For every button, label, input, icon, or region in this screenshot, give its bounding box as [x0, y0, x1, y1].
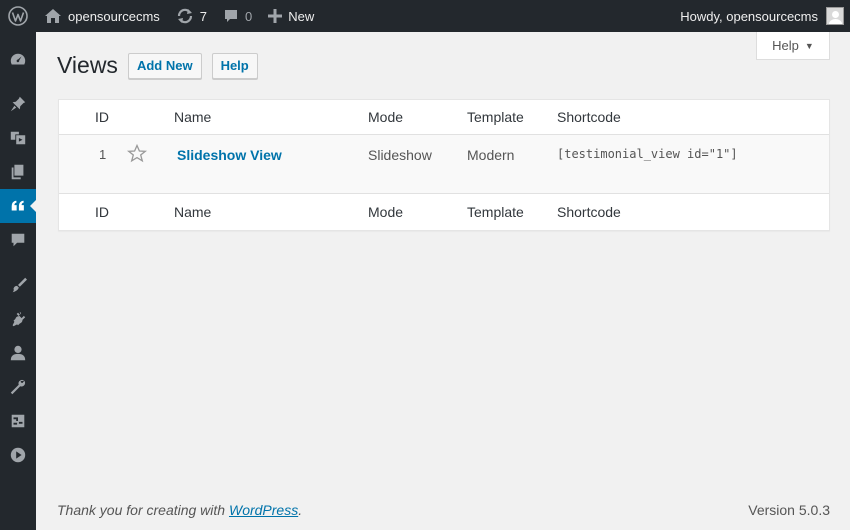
site-name: opensourcecms: [68, 8, 160, 24]
sidebar-item-comments[interactable]: [0, 223, 36, 257]
comment-icon: [225, 10, 238, 22]
comments-menu[interactable]: 0: [215, 0, 260, 32]
column-header-id[interactable]: ID: [95, 100, 109, 134]
sidebar-item-users[interactable]: [0, 336, 36, 370]
updates-icon: [177, 8, 192, 24]
column-header-mode: Mode: [368, 109, 404, 125]
row-shortcode: [testimonial_view id="1"]: [557, 147, 738, 161]
sidebar-item-testimonials[interactable]: [0, 189, 36, 223]
row-name-cell: Slideshow View: [174, 135, 282, 193]
sidebar-item-tools[interactable]: [0, 370, 36, 404]
column-footer-id[interactable]: ID: [95, 194, 109, 230]
column-footer-shortcode: Shortcode: [557, 204, 621, 220]
sidebar-item-plugins[interactable]: [0, 302, 36, 336]
media-icon: [10, 131, 26, 145]
views-table: ID Name Mode Template Shortcode 1 Slides…: [58, 99, 830, 231]
updates-count: 7: [199, 8, 208, 24]
sidebar-item-pages[interactable]: [0, 155, 36, 189]
sidebar-collapse-menu[interactable]: [0, 438, 36, 472]
add-new-button[interactable]: Add New: [127, 52, 202, 79]
collapse-play-icon: [10, 447, 26, 463]
site-name-menu[interactable]: opensourcecms: [36, 0, 168, 32]
howdy-text: Howdy, opensourcecms: [680, 8, 818, 24]
row-mode: Slideshow: [368, 147, 432, 163]
row-template: Modern: [467, 147, 515, 163]
column-footer-name[interactable]: Name: [174, 194, 211, 230]
sidebar-item-media[interactable]: [0, 121, 36, 155]
new-content-menu[interactable]: New: [260, 0, 322, 32]
admin-sidebar: [0, 32, 36, 530]
column-header-template: Template: [467, 109, 524, 125]
dashboard-icon: [10, 53, 26, 65]
column-header-shortcode: Shortcode: [557, 109, 621, 125]
avatar: [826, 7, 844, 25]
column-footer-template: Template: [467, 204, 524, 220]
help-button[interactable]: Help: [211, 52, 258, 79]
table-footer-row: ID Name Mode Template Shortcode: [59, 193, 829, 230]
plus-icon: [268, 9, 283, 23]
page-title: Views: [57, 52, 118, 78]
my-account-menu[interactable]: Howdy, opensourcecms: [672, 0, 850, 32]
footer-thanks-suffix: .: [298, 502, 303, 518]
wrench-icon: [10, 379, 26, 395]
quote-icon: [11, 200, 24, 211]
main-content: Help ▼ Views Add New Help ID Name Mode T…: [36, 32, 850, 530]
sidebar-item-posts[interactable]: [0, 87, 36, 121]
footer-thanks-prefix: Thank you for creating with: [57, 502, 229, 518]
star-icon[interactable]: [126, 143, 148, 164]
row-title-link[interactable]: Slideshow View: [177, 147, 282, 163]
table-header-row: ID Name Mode Template Shortcode: [59, 100, 829, 135]
sidebar-item-dashboard[interactable]: [0, 43, 36, 77]
table-row: 1 Slideshow View Slideshow Modern [testi…: [59, 135, 829, 193]
row-id: 1: [99, 147, 107, 162]
sidebar-item-settings[interactable]: [0, 404, 36, 438]
plugin-icon: [12, 311, 26, 327]
page-header: Views Add New Help: [57, 52, 268, 79]
footer-thanks: Thank you for creating with WordPress.: [57, 502, 302, 518]
help-tab-button[interactable]: Help ▼: [756, 32, 830, 60]
wordpress-logo-icon: [8, 6, 28, 26]
footer-version: Version 5.0.3: [748, 502, 830, 518]
comments-count: 0: [245, 8, 253, 24]
column-footer-mode: Mode: [368, 204, 404, 220]
wordpress-logo-menu[interactable]: [0, 0, 36, 32]
updates-menu[interactable]: 7: [168, 0, 215, 32]
home-icon: [45, 9, 61, 23]
pushpin-icon: [10, 96, 26, 112]
settings-sliders-icon: [11, 414, 25, 428]
caret-down-icon: ▼: [804, 40, 814, 51]
comments-icon: [11, 233, 25, 247]
pages-icon: [11, 164, 24, 180]
admin-bar: opensourcecms 7 0 New Howdy, opensourcec…: [0, 0, 850, 32]
wordpress-link[interactable]: WordPress: [229, 502, 298, 518]
user-icon: [10, 345, 26, 361]
column-header-name[interactable]: Name: [174, 100, 211, 134]
sidebar-item-appearance[interactable]: [0, 268, 36, 302]
admin-footer: Thank you for creating with WordPress. V…: [57, 502, 830, 518]
help-tab-label: Help: [772, 38, 799, 53]
new-label: New: [288, 8, 315, 24]
paintbrush-icon: [12, 277, 27, 293]
